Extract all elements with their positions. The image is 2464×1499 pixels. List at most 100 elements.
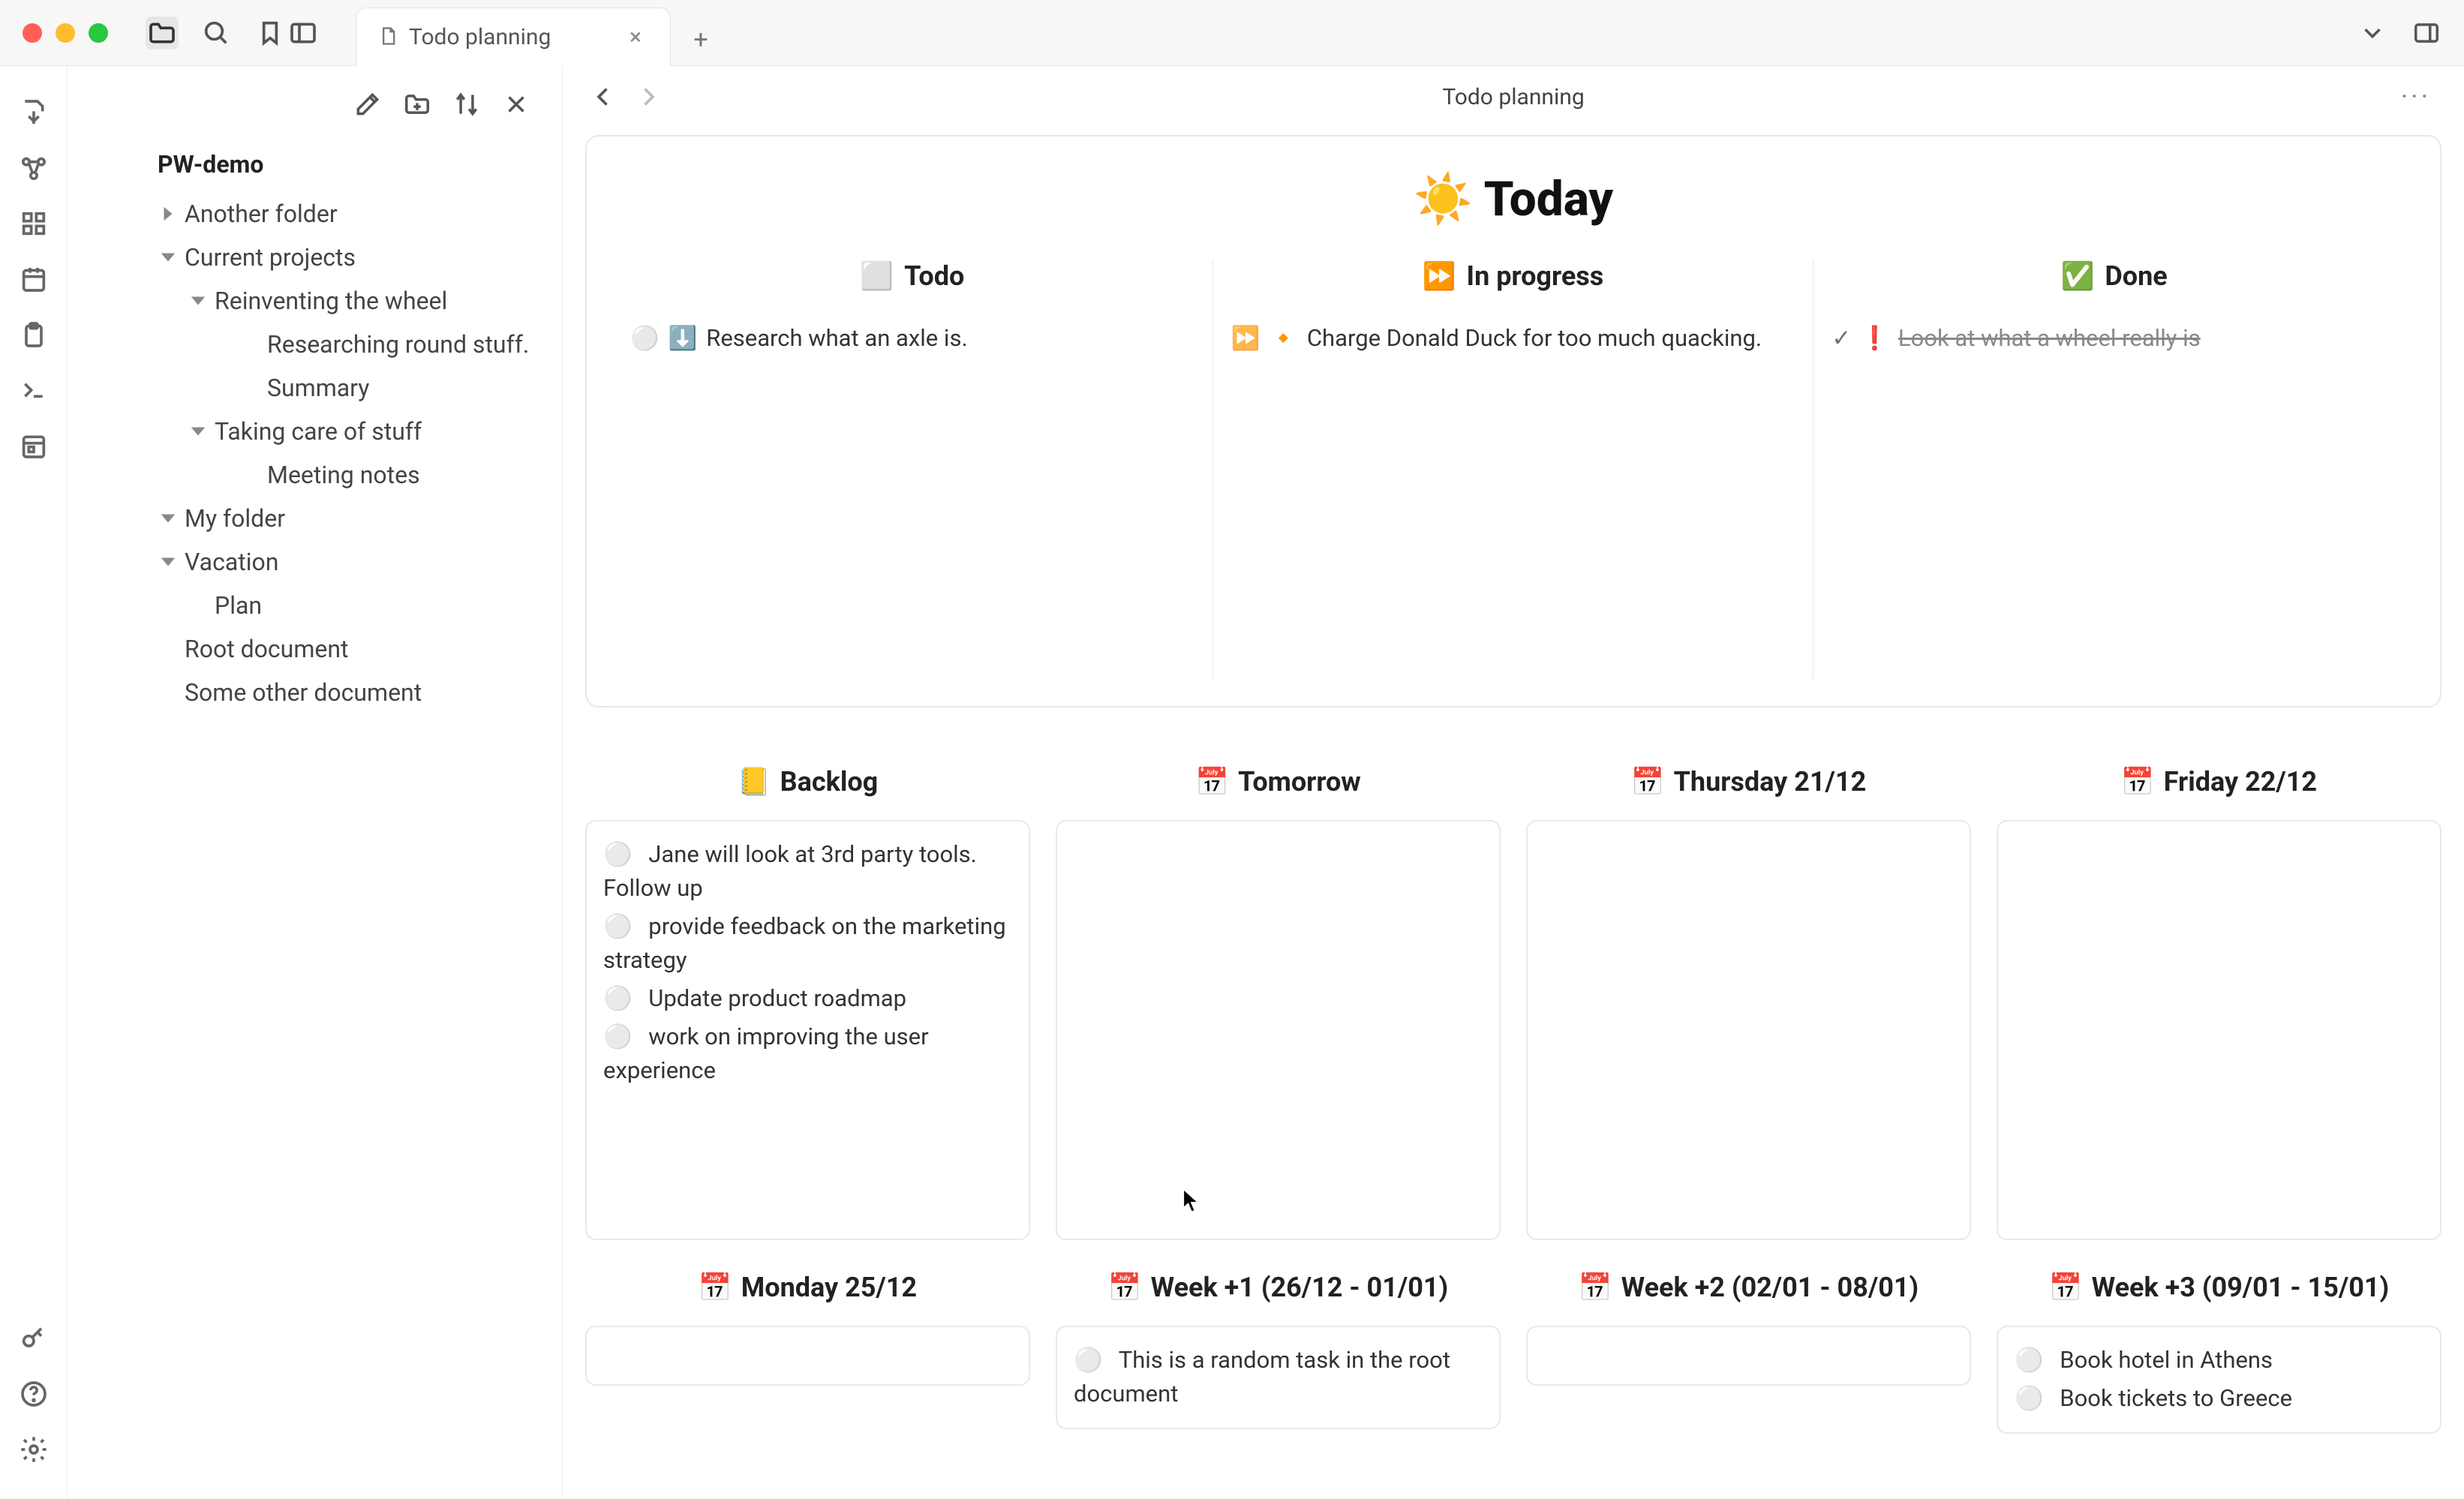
bucket: 📅Monday 25/12 — [585, 1272, 1030, 1434]
bucket-title-text: Week +2 (02/01 - 08/01) — [1621, 1272, 1919, 1303]
help-icon[interactable] — [17, 1377, 50, 1410]
bucket: 📅Week +1 (26/12 - 01/01)⚪ This is a rand… — [1056, 1272, 1501, 1434]
settings-icon[interactable] — [17, 1433, 50, 1466]
tree-item-label: Researching round stuff. — [267, 330, 529, 359]
toggle-sidebar-icon[interactable] — [287, 17, 320, 50]
minimize-window-button[interactable] — [56, 23, 75, 43]
today-calendar-icon[interactable] — [17, 429, 50, 462]
kanban-col-todo-label: Todo — [904, 260, 964, 292]
calendar-small-icon[interactable] — [17, 263, 50, 296]
chevron-down-icon[interactable] — [188, 423, 209, 440]
kanban-col-done-label: Done — [2105, 260, 2167, 292]
task-bullet-icon: ⚪ — [630, 322, 660, 356]
bucket: 📅Week +2 (02/01 - 08/01) — [1526, 1272, 1971, 1434]
task-text: Jane will look at 3rd party tools. Follo… — [603, 840, 977, 902]
bucket-box[interactable] — [1526, 820, 1971, 1240]
tree-item[interactable]: Some other document — [83, 671, 547, 714]
task-bullet-icon: ⚪ — [2015, 1384, 2044, 1412]
grid-icon[interactable] — [17, 207, 50, 240]
tree-item[interactable]: Another folder — [83, 192, 547, 236]
task-bullet-icon: ⚪ — [603, 1023, 633, 1050]
bucket-box[interactable]: ⚪ Jane will look at 3rd party tools. Fol… — [585, 820, 1030, 1240]
tree-item[interactable]: Vacation — [83, 540, 547, 584]
tree-item[interactable]: Root document — [83, 627, 547, 671]
bookmark-icon[interactable] — [254, 17, 287, 50]
bucket-title: 📅 Week +3 (09/01 - 15/01) — [1997, 1272, 2441, 1303]
task-item[interactable]: ⚪ work on improving the user experience — [603, 1020, 1012, 1088]
nav-forward-button[interactable] — [630, 79, 666, 115]
task-item[interactable]: ⚪ Book tickets to Greece — [2015, 1382, 2423, 1416]
bucket-box[interactable] — [1526, 1326, 1971, 1386]
kanban-col-inprogress[interactable]: ⏩In progress ⏩🔸Charge Donald Duck for to… — [1213, 260, 1814, 680]
bucket-box[interactable] — [1997, 820, 2441, 1240]
tree-item[interactable]: Plan — [83, 584, 547, 627]
tree-item[interactable]: My folder — [83, 497, 547, 540]
calendar-emoji-icon: 📒 — [738, 766, 771, 798]
bucket-box[interactable] — [585, 1326, 1030, 1386]
clipboard-icon[interactable] — [17, 318, 50, 351]
bucket-title: 📅Thursday 21/12 — [1526, 766, 1971, 798]
task-item[interactable]: ⚪ Book hotel in Athens — [2015, 1344, 2423, 1377]
new-tab-button[interactable]: + — [683, 22, 719, 58]
search-icon[interactable] — [200, 17, 233, 50]
tree-item-label: Root document — [185, 635, 348, 663]
bucket-box[interactable] — [1056, 820, 1501, 1240]
task-bullet-icon: ✓ — [1831, 322, 1851, 356]
kanban-col-done[interactable]: ✅Done ✓❗Look at what a wheel really is — [1813, 260, 2414, 680]
close-window-button[interactable] — [23, 23, 42, 43]
task-text: Update product roadmap — [643, 984, 906, 1012]
kanban-col-inprogress-label: In progress — [1467, 260, 1604, 292]
import-icon[interactable] — [17, 96, 50, 129]
chevron-down-icon[interactable] — [158, 510, 179, 527]
today-heading: ☀️Today — [612, 171, 2414, 227]
tab-todo-planning[interactable]: Todo planning × — [356, 8, 671, 66]
task-item[interactable]: ⚪ This is a random task in the root docu… — [1074, 1344, 1483, 1411]
key-icon[interactable] — [17, 1322, 50, 1355]
kanban-col-todo[interactable]: ⬜Todo ⚪⬇️Research what an axle is. — [612, 260, 1213, 680]
new-folder-icon[interactable] — [401, 89, 433, 120]
tab-close-button[interactable]: × — [622, 21, 649, 53]
tree-item[interactable]: Current projects — [83, 236, 547, 279]
bucket-box[interactable]: ⚪ Book hotel in Athens ⚪ Book tickets to … — [1997, 1326, 2441, 1434]
bucket-title: 📅Week +2 (02/01 - 08/01) — [1526, 1272, 1971, 1303]
task-item[interactable]: ⚪⬇️Research what an axle is. — [630, 322, 1194, 356]
chevron-down-icon[interactable] — [188, 293, 209, 309]
more-menu-button[interactable]: ··· — [2390, 75, 2441, 119]
bucket-title-text: Backlog — [780, 766, 879, 798]
task-item[interactable]: ✓❗Look at what a wheel really is — [1831, 322, 2396, 356]
task-item[interactable]: ⚪ provide feedback on the marketing stra… — [603, 910, 1012, 978]
fullscreen-window-button[interactable] — [89, 23, 108, 43]
tree-item[interactable]: Meeting notes — [83, 453, 547, 497]
sort-icon[interactable] — [451, 89, 482, 120]
chevron-down-icon[interactable] — [158, 249, 179, 266]
task-item[interactable]: ⚪ Jane will look at 3rd party tools. Fol… — [603, 838, 1012, 906]
tree-item[interactable]: Reinventing the wheel — [83, 279, 547, 323]
nav-back-button[interactable] — [585, 79, 621, 115]
crumb-bar: Todo planning ··· — [563, 66, 2464, 128]
window-controls — [0, 23, 138, 43]
tree-item[interactable]: Researching round stuff. — [83, 323, 547, 366]
bucket-title-text: Week +3 (09/01 - 15/01) — [2092, 1272, 2390, 1303]
tree-item-label: Meeting notes — [267, 461, 420, 489]
task-item[interactable]: ⏩🔸Charge Donald Duck for too much quacki… — [1231, 322, 1795, 356]
tree-item-label: My folder — [185, 504, 285, 533]
chevron-right-icon[interactable] — [158, 206, 179, 222]
calendar-emoji-icon: 📅 — [2049, 1272, 2083, 1303]
toggle-right-panel-icon[interactable] — [2410, 17, 2443, 50]
tree-item[interactable]: Summary — [83, 366, 547, 410]
terminal-icon[interactable] — [17, 374, 50, 407]
tree-item[interactable]: Taking care of stuff — [83, 410, 547, 453]
task-text: Book tickets to Greece — [2054, 1384, 2292, 1412]
task-text: Research what an axle is. — [706, 322, 967, 356]
bucket-box[interactable]: ⚪ This is a random task in the root docu… — [1056, 1326, 1501, 1429]
folder-icon[interactable] — [146, 17, 179, 50]
chevron-down-icon[interactable] — [2356, 17, 2389, 50]
sidebar: PW-demo Another folderCurrent projectsRe… — [68, 66, 563, 1499]
new-note-icon[interactable] — [352, 89, 383, 120]
file-tree: PW-demo Another folderCurrent projectsRe… — [68, 134, 562, 720]
chevron-down-icon[interactable] — [158, 554, 179, 570]
collapse-all-icon[interactable] — [500, 89, 532, 120]
tree-item-label: Reinventing the wheel — [215, 287, 447, 315]
task-item[interactable]: ⚪ Update product roadmap — [603, 982, 1012, 1016]
graph-icon[interactable] — [17, 152, 50, 185]
